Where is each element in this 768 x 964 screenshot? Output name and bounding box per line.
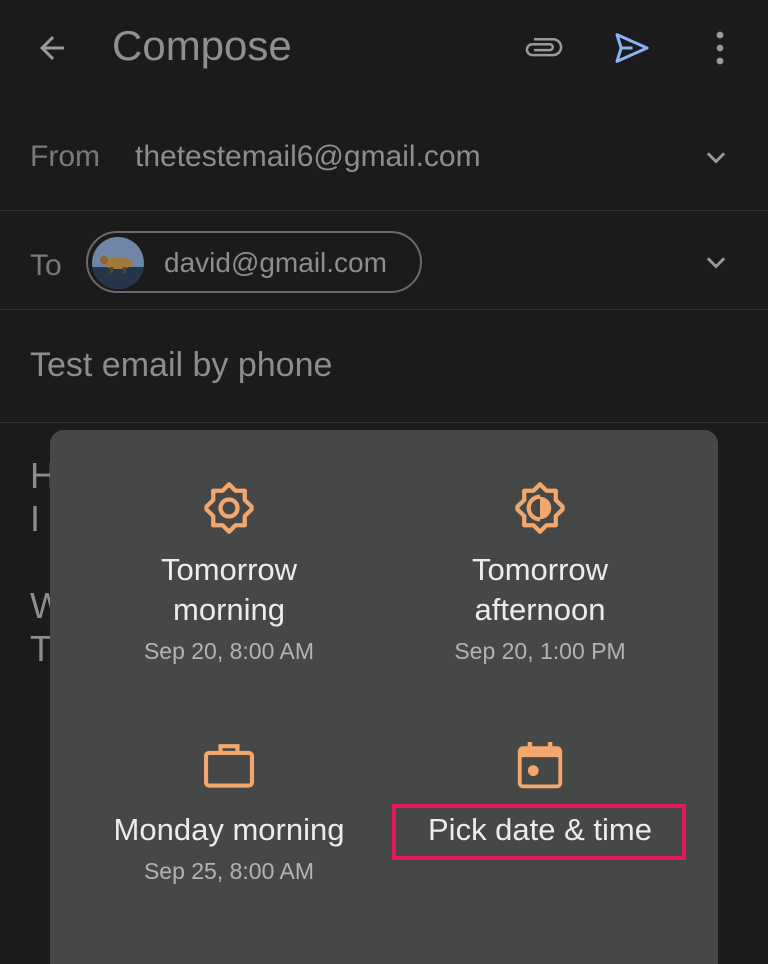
app-bar: Compose: [0, 0, 768, 96]
chevron-down-icon: [706, 152, 726, 164]
from-row: From thetestemail6@gmail.com: [0, 106, 768, 211]
from-expand-button[interactable]: [692, 138, 740, 178]
option-label-line: Tomorrow: [471, 552, 609, 587]
recipient-email: david@gmail.com: [164, 247, 387, 278]
highlight-box: [392, 804, 686, 860]
briefcase-icon: [203, 744, 255, 788]
send-icon: [615, 33, 649, 63]
paperclip-icon: [525, 38, 563, 57]
more-vert-icon: [716, 31, 724, 65]
option-label-line: Tomorrow: [160, 552, 298, 587]
page-title: Compose: [112, 22, 292, 69]
send-button[interactable]: [604, 22, 660, 74]
body-text-fragment: T: [30, 628, 52, 669]
subject-field[interactable]: Test email by phone: [30, 346, 332, 385]
back-button[interactable]: [24, 22, 80, 74]
avatar-image: [92, 237, 144, 289]
option-label-line: Monday morning: [113, 812, 345, 847]
option-label-line: morning: [173, 592, 285, 627]
half-sun-icon: [515, 482, 565, 534]
option-label-line: afternoon: [474, 592, 606, 627]
from-label: From: [30, 140, 100, 173]
arrow-back-icon: [40, 36, 64, 60]
option-tomorrow-morning[interactable]: Tomorrow morning Sep 20, 8:00 AM: [64, 478, 394, 665]
attach-button[interactable]: [516, 22, 572, 74]
chevron-down-icon: [706, 257, 726, 269]
to-row: To david@gmail.com: [0, 211, 768, 310]
option-tomorrow-afternoon[interactable]: Tomorrow afternoon Sep 20, 1:00 PM: [375, 478, 705, 665]
more-options-button[interactable]: [696, 22, 744, 74]
recipient-chip[interactable]: david@gmail.com: [86, 231, 422, 293]
option-time: Sep 25, 8:00 AM: [143, 858, 315, 884]
option-monday-morning[interactable]: Monday morning Sep 25, 8:00 AM: [64, 738, 394, 885]
from-address[interactable]: thetestemail6@gmail.com: [135, 140, 481, 174]
to-label: To: [30, 249, 62, 282]
avatar: [92, 237, 144, 289]
to-expand-button[interactable]: [692, 243, 740, 283]
sun-icon: [204, 482, 254, 534]
calendar-icon: [517, 742, 563, 789]
body-text-fragment: I: [30, 498, 41, 539]
compose-screen: Compose From thetestemail6@gmail.com To …: [0, 0, 768, 964]
option-time: Sep 20, 8:00 AM: [143, 638, 315, 664]
subject-row[interactable]: Test email by phone: [0, 310, 768, 423]
option-time: Sep 20, 1:00 PM: [454, 638, 626, 664]
